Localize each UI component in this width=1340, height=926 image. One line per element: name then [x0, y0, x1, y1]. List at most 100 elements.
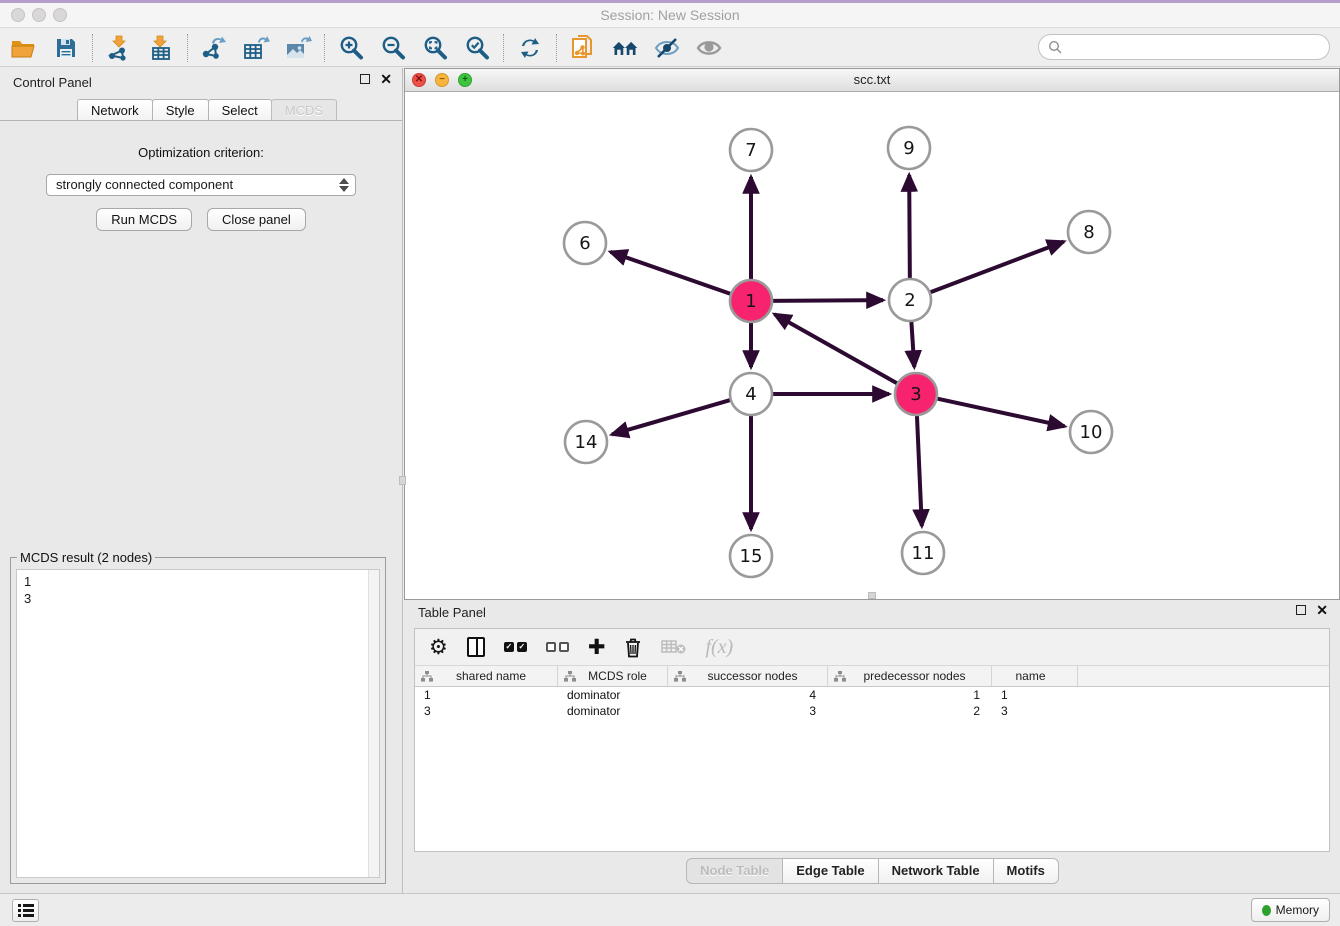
- column-header-shared-name[interactable]: shared name: [415, 666, 558, 686]
- float-table-panel-icon[interactable]: [1296, 605, 1306, 615]
- window-title: Session: New Session: [0, 7, 1340, 23]
- zoom-in-icon[interactable]: [337, 34, 365, 62]
- add-row-icon[interactable]: ✚: [588, 634, 606, 660]
- mcds-panel: Optimization criterion: strongly connect…: [0, 120, 402, 893]
- import-table-icon[interactable]: [147, 34, 175, 62]
- graph-edge-2-9[interactable]: [909, 175, 910, 281]
- zoom-out-icon[interactable]: [379, 34, 407, 62]
- cell-successor-nodes[interactable]: 3: [668, 704, 828, 718]
- column-header-name[interactable]: name: [992, 666, 1078, 686]
- network-canvas[interactable]: 7968124314101511: [405, 92, 1339, 599]
- duplicate-network-icon[interactable]: [569, 34, 597, 62]
- search-box[interactable]: [1038, 34, 1330, 60]
- tab-node-table[interactable]: Node Table: [686, 858, 783, 884]
- export-table-icon[interactable]: [242, 34, 270, 62]
- cell-predecessor-nodes[interactable]: 2: [828, 704, 992, 718]
- tab-network[interactable]: Network: [77, 99, 153, 122]
- tab-select[interactable]: Select: [208, 99, 272, 122]
- close-panel-button[interactable]: Close panel: [207, 208, 306, 231]
- selected-criterion: strongly connected component: [56, 177, 233, 192]
- tab-style[interactable]: Style: [152, 99, 209, 122]
- table-header-row: shared name MCDS role successor nodes pr…: [415, 666, 1329, 687]
- float-panel-icon[interactable]: [360, 74, 370, 84]
- tab-edge-table[interactable]: Edge Table: [782, 858, 878, 884]
- cell-shared-name[interactable]: 1: [415, 688, 558, 702]
- select-all-icon[interactable]: ✓✓: [504, 634, 527, 660]
- table-settings-icon[interactable]: ⚙: [429, 634, 448, 660]
- chevron-updown-icon: [338, 177, 350, 193]
- graph-edge-3-1[interactable]: [775, 314, 900, 384]
- search-icon: [1048, 40, 1063, 55]
- deselect-all-icon[interactable]: [546, 634, 569, 660]
- graph-edge-1-2[interactable]: [770, 300, 883, 301]
- hide-graphics-details-icon[interactable]: [653, 34, 681, 62]
- graph-node-label-8: 8: [1083, 222, 1094, 243]
- network-window-titlebar[interactable]: ✕ − + scc.txt: [405, 69, 1339, 92]
- graph-edge-1-6[interactable]: [610, 252, 733, 295]
- graph-edge-2-8[interactable]: [928, 242, 1064, 294]
- graph-node-label-4: 4: [745, 384, 756, 405]
- birds-eye-view-icon[interactable]: [695, 34, 723, 62]
- delete-row-icon[interactable]: [624, 634, 642, 660]
- toolbar-separator: [324, 34, 325, 62]
- result-scrollbar[interactable]: [368, 570, 379, 877]
- run-mcds-button[interactable]: Run MCDS: [96, 208, 192, 231]
- memory-button[interactable]: Memory: [1251, 898, 1330, 922]
- cell-mcds-role[interactable]: dominator: [558, 704, 668, 718]
- cell-mcds-role[interactable]: dominator: [558, 688, 668, 702]
- tab-mcds[interactable]: MCDS: [271, 99, 337, 122]
- graph-node-label-14: 14: [575, 432, 598, 453]
- panel-splitter-handle[interactable]: [399, 476, 406, 485]
- tab-motifs[interactable]: Motifs: [993, 858, 1059, 884]
- cell-shared-name[interactable]: 3: [415, 704, 558, 718]
- toolbar-separator: [503, 34, 504, 62]
- memory-label: Memory: [1276, 903, 1319, 917]
- canvas-splitter-handle[interactable]: [868, 592, 876, 599]
- graph-node-label-15: 15: [740, 546, 763, 567]
- show-columns-icon[interactable]: [467, 634, 485, 660]
- task-list-icon: [18, 904, 34, 917]
- graph-node-label-10: 10: [1080, 422, 1103, 443]
- close-table-panel-icon[interactable]: ✕: [1316, 605, 1328, 615]
- graph-node-label-3: 3: [910, 384, 921, 405]
- export-network-icon[interactable]: [200, 34, 228, 62]
- graph-node-label-11: 11: [912, 543, 935, 564]
- close-panel-icon[interactable]: ✕: [380, 74, 392, 84]
- network-graph[interactable]: 7968124314101511: [405, 92, 1339, 600]
- apply-layout-icon[interactable]: [516, 34, 544, 62]
- open-session-icon[interactable]: [10, 34, 38, 62]
- save-session-icon[interactable]: [52, 34, 80, 62]
- memory-status-icon: [1262, 905, 1271, 916]
- cell-predecessor-nodes[interactable]: 1: [828, 688, 992, 702]
- home-view-icon[interactable]: [611, 34, 639, 62]
- mcds-result-list[interactable]: 1 3: [16, 569, 380, 878]
- tab-network-table[interactable]: Network Table: [878, 858, 994, 884]
- zoom-fit-icon[interactable]: [421, 34, 449, 62]
- column-header-successor-nodes[interactable]: successor nodes: [668, 666, 828, 686]
- column-header-mcds-role[interactable]: MCDS role: [558, 666, 668, 686]
- mcds-result-line: 3: [24, 590, 379, 607]
- optimization-criterion-select[interactable]: strongly connected component: [46, 174, 356, 196]
- function-builder-icon[interactable]: f(x): [705, 634, 733, 660]
- graph-edge-3-11[interactable]: [917, 413, 922, 526]
- zoom-selected-icon[interactable]: [463, 34, 491, 62]
- network-window-title: scc.txt: [405, 72, 1339, 87]
- cell-name[interactable]: 1: [992, 688, 1078, 702]
- table-toolbar: ⚙ ✓✓ ✚ f(x): [415, 629, 1329, 666]
- mcds-result-line: 1: [24, 573, 379, 590]
- delete-column-icon[interactable]: [661, 634, 686, 660]
- graph-edge-2-3[interactable]: [911, 319, 914, 367]
- export-image-icon[interactable]: [284, 34, 312, 62]
- task-history-button[interactable]: [12, 899, 39, 922]
- graph-edge-4-14[interactable]: [612, 399, 733, 434]
- cell-name[interactable]: 3: [992, 704, 1078, 718]
- cell-successor-nodes[interactable]: 4: [668, 688, 828, 702]
- toolbar-separator: [556, 34, 557, 62]
- table-row[interactable]: 3 dominator 3 2 3: [415, 703, 1329, 719]
- hierarchy-icon: [421, 671, 433, 682]
- import-network-icon[interactable]: [105, 34, 133, 62]
- column-header-predecessor-nodes[interactable]: predecessor nodes: [828, 666, 992, 686]
- search-input[interactable]: [1063, 40, 1329, 55]
- table-row[interactable]: 1 dominator 4 1 1: [415, 687, 1329, 703]
- graph-edge-3-10[interactable]: [935, 398, 1065, 426]
